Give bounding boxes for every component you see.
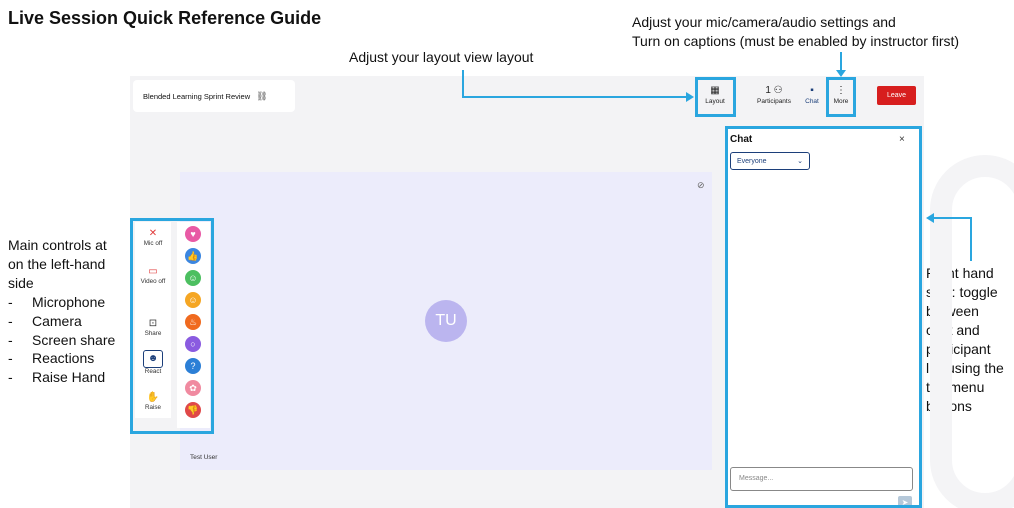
chat-label: Chat: [805, 98, 819, 105]
annotation-left-line-3: side: [8, 274, 34, 291]
annotation-left-item: - Reactions: [8, 350, 95, 367]
link-icon[interactable]: ⛓: [256, 91, 267, 102]
session-title-box: Blended Learning Sprint Review ⛓: [133, 80, 295, 112]
session-title: Blended Learning Sprint Review: [143, 91, 251, 101]
participants-button[interactable]: 1 ⚇ Participants: [752, 78, 796, 112]
arrow-layout-horizontal: [462, 96, 692, 98]
arrow-layout-vertical: [462, 70, 464, 96]
avatar: TU: [425, 300, 467, 342]
annotation-left-item: - Raise Hand: [8, 369, 106, 386]
highlight-more: [826, 77, 856, 117]
chat-bubble-icon: ▪: [810, 85, 814, 96]
arrowhead-layout: [686, 92, 694, 102]
annotation-left-item: - Camera: [8, 312, 82, 329]
tile-mic-off-icon: ⊘: [697, 180, 705, 190]
annotation-more: Adjust your mic/camera/audio settings an…: [632, 13, 959, 51]
annotation-left-item: - Microphone: [8, 293, 106, 310]
annotation-more-line-2: Turn on captions (must be enabled by ins…: [632, 33, 960, 49]
arrow-more-vertical: [840, 52, 842, 72]
guide-title: Live Session Quick Reference Guide: [8, 8, 322, 28]
leave-button[interactable]: Leave: [877, 86, 916, 105]
annotation-left-item: - Screen share: [8, 331, 116, 348]
annotation-more-line-1: Adjust your mic/camera/audio settings an…: [632, 14, 896, 30]
annotation-layout: Adjust your layout view layout: [349, 49, 534, 65]
highlight-layout: [695, 77, 736, 117]
annotation-left-controls: Main controls at on the left-hand side -…: [8, 236, 115, 387]
people-icon: 1 ⚇: [765, 85, 783, 96]
highlight-chat-panel: [725, 126, 922, 508]
participants-count: 1: [765, 85, 771, 96]
annotation-left-list: - Microphone - Camera - Screen share - React…: [8, 293, 115, 388]
participant-name: Test User: [190, 454, 218, 461]
arrow-right-vertical: [970, 217, 972, 261]
annotation-left-line-2: on the left-hand: [8, 255, 106, 272]
participants-label: Participants: [757, 98, 791, 105]
arrowhead-more: [836, 70, 846, 77]
highlight-left-controls: [130, 218, 214, 434]
chat-button[interactable]: ▪ Chat: [799, 78, 825, 112]
arrow-right-horizontal: [934, 217, 972, 219]
annotation-left-line-1: Main controls at: [8, 237, 107, 253]
decorative-background-shape: [930, 155, 1014, 508]
arrowhead-right: [926, 213, 934, 223]
